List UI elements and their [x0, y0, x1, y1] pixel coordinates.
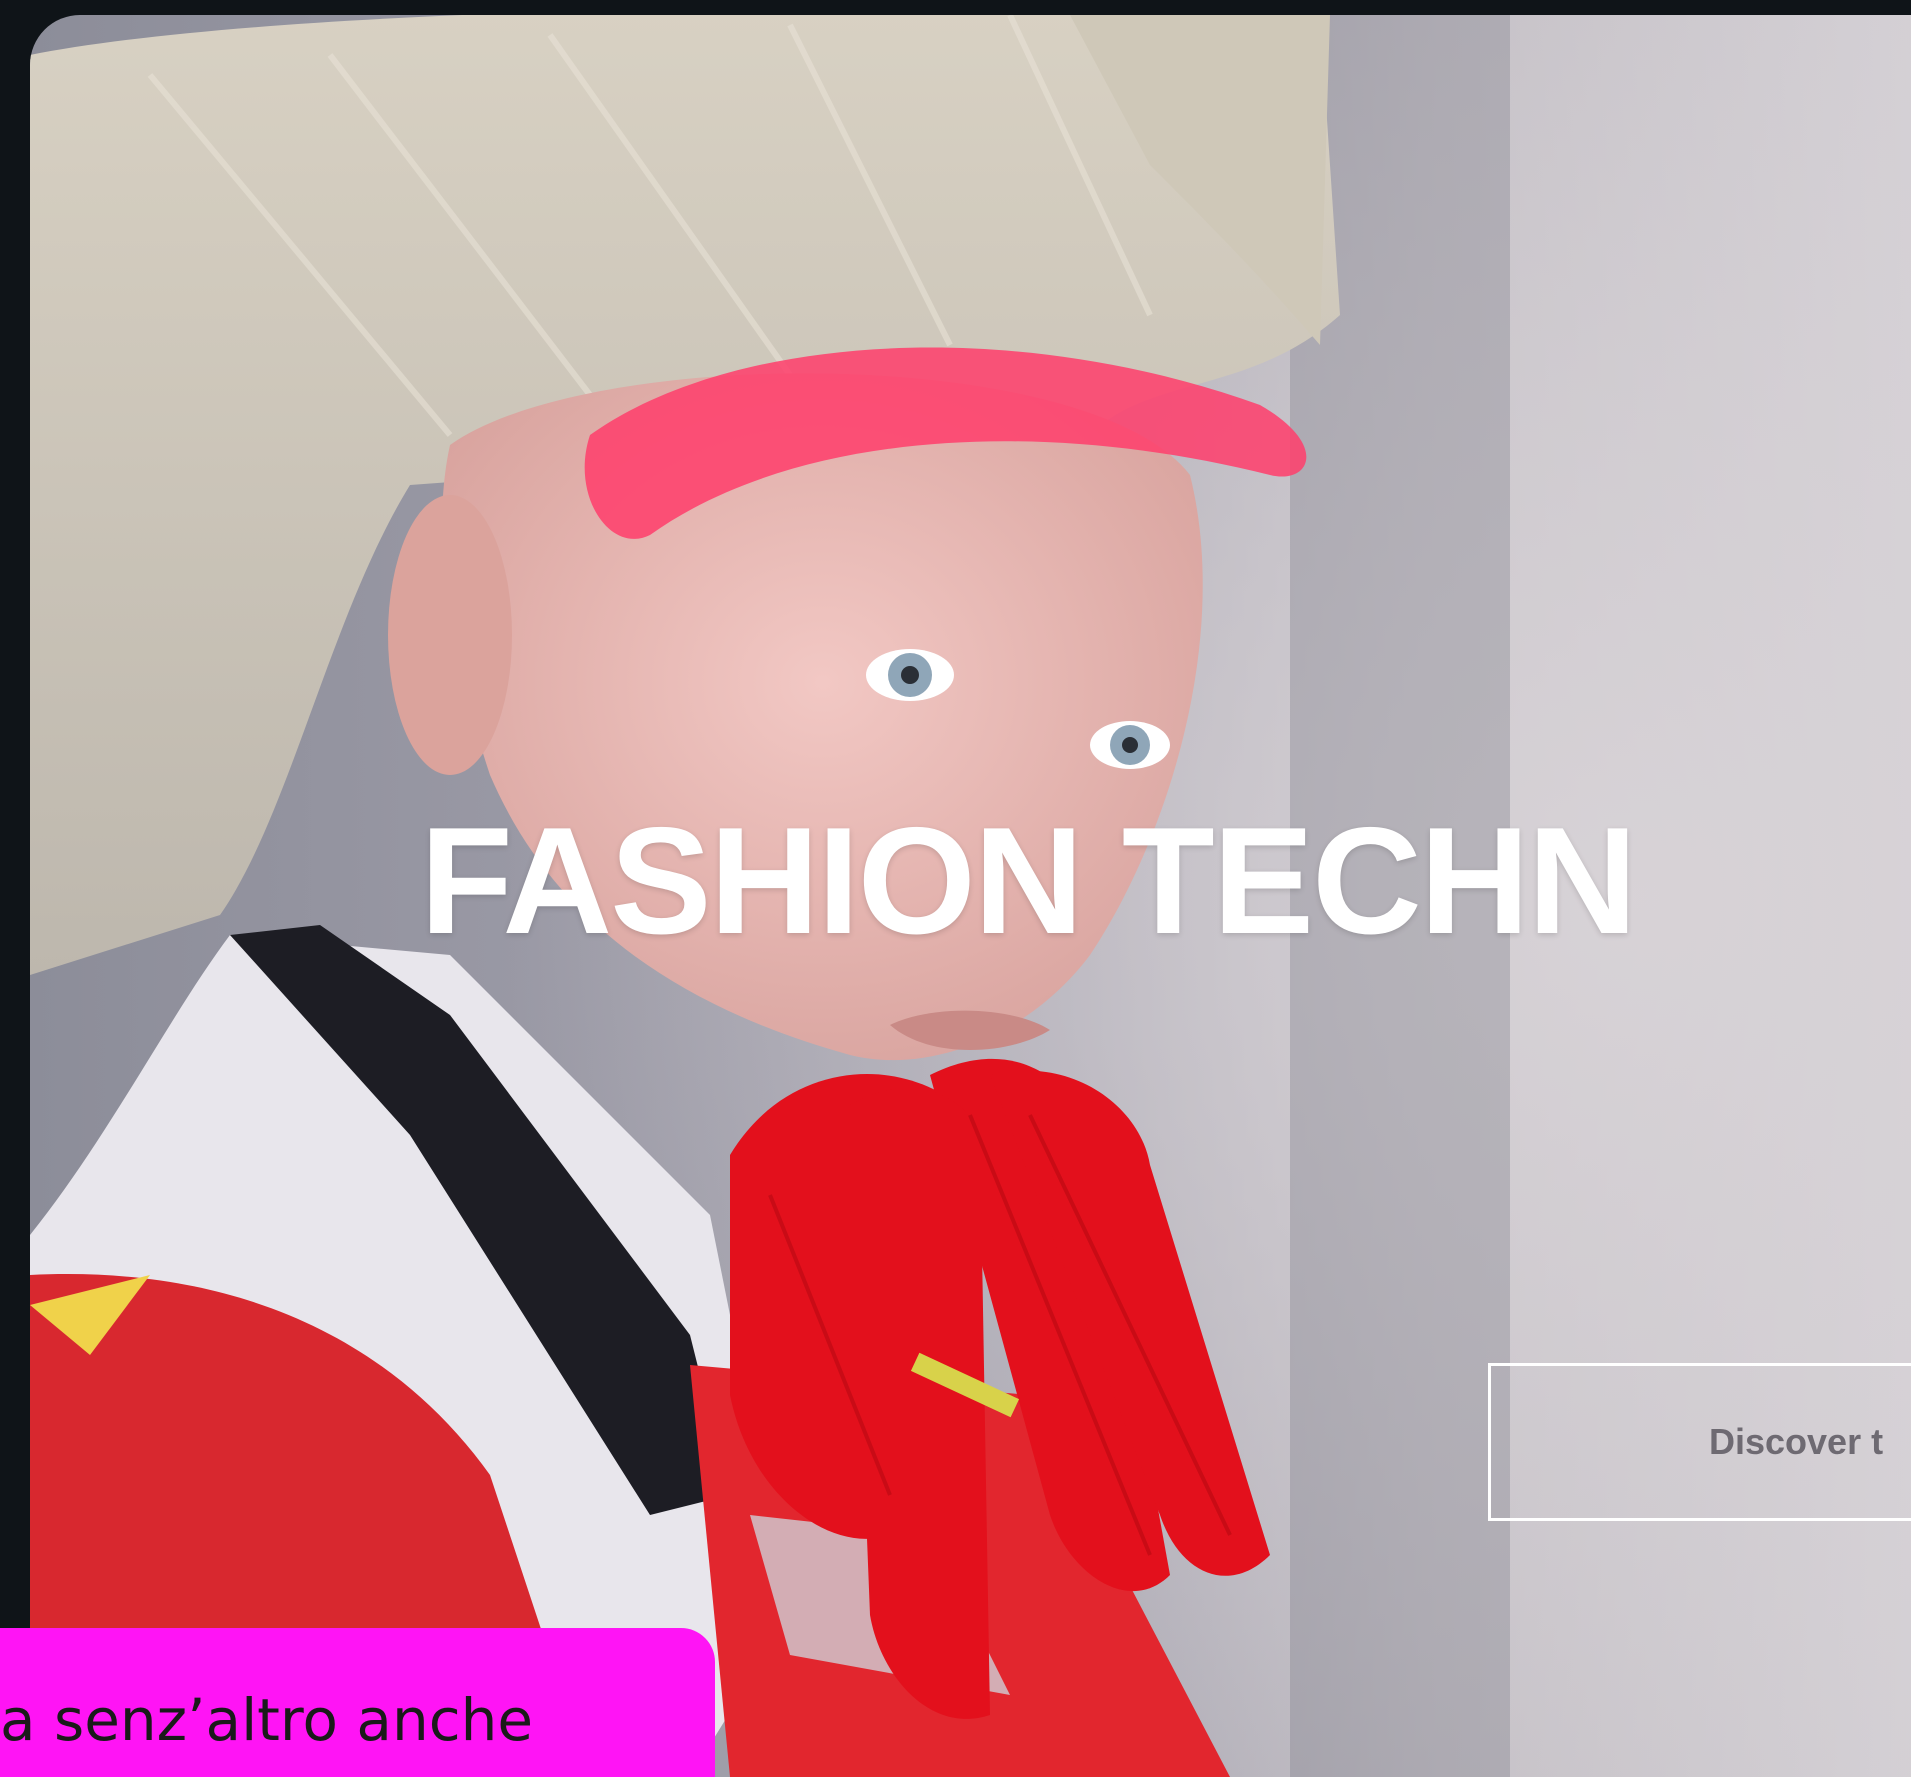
discover-button[interactable]: Discover t: [1488, 1363, 1911, 1521]
hero-title: FASHION TECHN: [420, 796, 1637, 966]
caption-banner: a senz’altro anche: [0, 1628, 715, 1777]
caption-text: a senz’altro anche: [0, 1686, 534, 1754]
video-frame: FASHION TECHN Discover t: [30, 15, 1911, 1777]
